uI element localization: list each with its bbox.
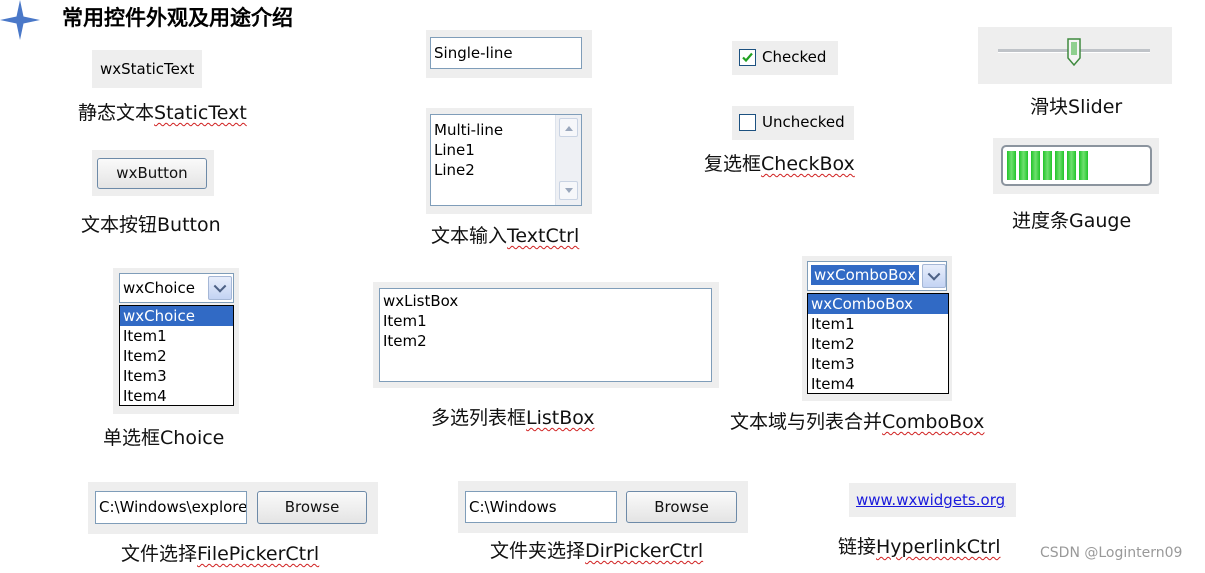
combobox-list[interactable]: wxComboBox Item1 Item2 Item3 Item4 bbox=[807, 293, 949, 394]
checkbox-checked[interactable] bbox=[739, 49, 756, 66]
list-item[interactable]: Item3 bbox=[808, 354, 948, 374]
gauge-segment bbox=[1043, 151, 1052, 180]
page-title: 常用控件外观及用途介绍 bbox=[62, 6, 293, 30]
combobox-dropdown-button[interactable] bbox=[922, 264, 946, 288]
gauge-segment bbox=[1007, 151, 1016, 180]
single-line-text-input[interactable]: Single-line bbox=[430, 37, 582, 69]
gauge-segment bbox=[1055, 151, 1064, 180]
file-browse-button[interactable]: Browse bbox=[257, 491, 367, 524]
checkbox-unchecked[interactable] bbox=[739, 114, 756, 131]
choice-caption: 单选框Choice bbox=[103, 427, 225, 449]
slider-thumb[interactable] bbox=[1067, 38, 1081, 67]
vertical-scrollbar[interactable] bbox=[555, 115, 581, 205]
listbox-caption: 多选列表框ListBox bbox=[431, 407, 595, 429]
textctrl-caption: 文本输入TextCtrl bbox=[431, 225, 580, 247]
button-caption: 文本按钮Button bbox=[81, 214, 221, 236]
hyperlink-caption: 链接HyperlinkCtrl bbox=[838, 536, 1001, 558]
list-item[interactable]: Item2 bbox=[380, 331, 711, 351]
scroll-down-arrow-icon[interactable] bbox=[559, 181, 578, 200]
list-item[interactable]: Item4 bbox=[120, 386, 233, 406]
choice-dropdown-button[interactable] bbox=[208, 276, 232, 300]
list-item[interactable]: Item3 bbox=[120, 366, 233, 386]
gauge-segment bbox=[1079, 151, 1088, 180]
list-item[interactable]: wxComboBox bbox=[808, 294, 948, 314]
checkbox-unchecked-label[interactable]: Unchecked bbox=[762, 113, 845, 131]
file-path-input[interactable]: C:\Windows\explore bbox=[95, 491, 247, 524]
static-text-control: wxStaticText bbox=[100, 60, 195, 78]
static-text-caption: 静态文本StaticText bbox=[78, 102, 247, 124]
gauge-segment bbox=[1019, 151, 1028, 180]
scroll-up-arrow-icon[interactable] bbox=[559, 118, 578, 137]
checkbox-caption: 复选框CheckBox bbox=[704, 153, 855, 175]
list-item[interactable]: wxListBox bbox=[380, 291, 711, 311]
hyperlink[interactable]: www.wxwidgets.org bbox=[856, 491, 1005, 509]
gauge-caption: 进度条Gauge bbox=[1012, 210, 1132, 232]
chevron-down-icon bbox=[213, 279, 227, 293]
list-item[interactable]: Item4 bbox=[808, 374, 948, 394]
choice-list[interactable]: wxChoice Item1 Item2 Item3 Item4 bbox=[119, 305, 234, 406]
star-icon bbox=[0, 0, 40, 40]
list-item[interactable]: Item2 bbox=[120, 346, 233, 366]
combobox-selected-text: wxComboBox bbox=[811, 265, 919, 285]
gauge-segment bbox=[1067, 151, 1076, 180]
file-picker-caption: 文件选择FilePickerCtrl bbox=[121, 543, 320, 565]
wx-button[interactable]: wxButton bbox=[97, 158, 207, 189]
watermark: CSDN @Logintern09 bbox=[1040, 545, 1183, 561]
dir-path-input[interactable]: C:\Windows bbox=[465, 491, 617, 523]
list-item[interactable]: wxChoice bbox=[120, 306, 233, 326]
list-item[interactable]: Item1 bbox=[808, 314, 948, 334]
listbox[interactable]: wxListBox Item1 Item2 bbox=[379, 288, 712, 382]
list-item[interactable]: Item1 bbox=[380, 311, 711, 331]
list-item[interactable]: Item1 bbox=[120, 326, 233, 346]
dir-picker-caption: 文件夹选择DirPickerCtrl bbox=[490, 540, 704, 562]
list-item[interactable]: Item2 bbox=[808, 334, 948, 354]
gauge-segment bbox=[1031, 151, 1040, 180]
checkmark-icon bbox=[742, 52, 753, 63]
slider-caption: 滑块Slider bbox=[1030, 96, 1123, 118]
chevron-down-icon bbox=[927, 267, 941, 281]
combobox-caption: 文本域与列表合并ComboBox bbox=[730, 411, 985, 433]
checkbox-checked-label[interactable]: Checked bbox=[762, 48, 826, 66]
dir-browse-button[interactable]: Browse bbox=[626, 491, 737, 523]
